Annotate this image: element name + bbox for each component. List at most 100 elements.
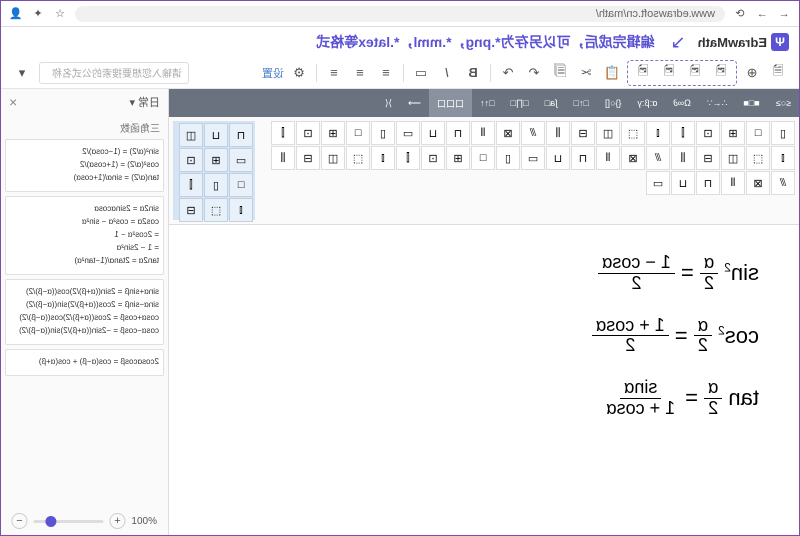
back-icon[interactable]: ← — [777, 7, 791, 21]
symbol-tab[interactable]: ■□■ — [735, 89, 767, 117]
search-input[interactable]: 请输入您想要搜索的公式名称 — [39, 62, 189, 84]
copy-button[interactable]: 🗐 — [549, 62, 571, 84]
symbol-cell[interactable]: ⫾ — [229, 198, 253, 222]
symbol-cell[interactable]: ⫾ — [371, 146, 395, 170]
color-button[interactable]: ▭ — [410, 62, 432, 84]
symbol-cell[interactable]: ⊓ — [696, 171, 720, 195]
symbol-cell[interactable]: ⊡ — [179, 148, 203, 172]
new-file-button[interactable]: 🗎 — [767, 62, 789, 84]
formula-card[interactable]: sin2α = 2sinαcosαcos2α = cos²α − sin²α= … — [5, 196, 164, 275]
symbol-tab[interactable]: {}○[] — [597, 89, 629, 117]
close-icon[interactable]: × — [9, 94, 17, 110]
align-left-button[interactable]: ≡ — [375, 62, 397, 84]
symbol-cell[interactable]: ▭ — [229, 148, 253, 172]
symbol-cell[interactable]: □ — [471, 146, 495, 170]
symbol-cell[interactable]: ⊟ — [179, 198, 203, 222]
zoom-slider[interactable] — [33, 520, 103, 523]
symbol-cell[interactable]: ◫ — [721, 146, 745, 170]
formula-card[interactable]: sinα+sinβ = 2sin((α+β)/2)cos((α−β)/2)sin… — [5, 279, 164, 345]
profile-icon[interactable]: 👤 — [9, 7, 23, 21]
symbol-cell[interactable]: ⊠ — [746, 171, 770, 195]
symbol-tab[interactable]: ≤○≥ — [768, 89, 799, 117]
symbol-cell[interactable]: ⊡ — [296, 121, 320, 145]
bold-button[interactable]: B — [462, 62, 484, 84]
symbol-cell[interactable]: ⊟ — [296, 146, 320, 170]
symbol-cell[interactable]: ⬚ — [204, 198, 228, 222]
symbol-tab[interactable]: □∏□ — [502, 89, 536, 117]
symbol-tab[interactable]: 口口口 — [429, 89, 472, 117]
symbol-cell[interactable]: ⬚ — [621, 121, 645, 145]
symbol-cell[interactable]: ⊞ — [721, 121, 745, 145]
symbol-cell[interactable]: ⦀ — [596, 146, 620, 170]
symbol-cell[interactable]: ⊔ — [421, 121, 445, 145]
symbol-cell[interactable]: ⫿ — [271, 121, 295, 145]
symbol-cell[interactable]: ⫻ — [521, 121, 545, 145]
symbol-cell[interactable]: ⫼ — [271, 146, 295, 170]
symbol-cell[interactable]: ⊞ — [446, 146, 470, 170]
symbol-cell[interactable]: ⊟ — [571, 121, 595, 145]
symbol-cell[interactable]: ⫿ — [671, 121, 695, 145]
symbol-cell[interactable]: ⊞ — [321, 121, 345, 145]
symbol-cell[interactable]: ⦀ — [471, 121, 495, 145]
symbol-tab[interactable]: α:β:γ — [629, 89, 665, 117]
symbol-cell[interactable]: ⊟ — [696, 146, 720, 170]
symbol-cell[interactable]: ⫻ — [771, 171, 795, 195]
align-right-button[interactable]: ≡ — [323, 62, 345, 84]
symbol-cell[interactable]: ⊓ — [446, 121, 470, 145]
italic-button[interactable]: I — [436, 62, 458, 84]
symbol-cell[interactable]: ⫼ — [671, 146, 695, 170]
symbol-cell[interactable]: ▯ — [496, 146, 520, 170]
zoom-out-button[interactable]: − — [11, 513, 27, 529]
symbol-cell[interactable]: ⊔ — [671, 171, 695, 195]
formula-card[interactable]: 2cosαcosβ = cos(α−β) + cos(α+β) — [5, 349, 164, 376]
symbol-cell[interactable]: ⊓ — [229, 123, 253, 147]
symbol-tab[interactable]: ∴←∵ — [699, 89, 735, 117]
symbol-cell[interactable]: ⫼ — [546, 121, 570, 145]
symbol-cell[interactable]: □ — [346, 121, 370, 145]
symbol-cell[interactable]: ⊠ — [621, 146, 645, 170]
symbol-cell[interactable]: ▭ — [521, 146, 545, 170]
symbol-cell[interactable]: ⫿ — [179, 173, 203, 197]
export-mml-button[interactable]: 🖻 — [684, 62, 706, 84]
settings-label[interactable]: 设置 — [262, 65, 284, 81]
url-bar[interactable]: www.edrawsoft.cn/math/ — [75, 6, 725, 22]
symbol-cell[interactable]: ⬚ — [346, 146, 370, 170]
symbol-cell[interactable]: ◫ — [596, 121, 620, 145]
symbol-cell[interactable]: ⊠ — [496, 121, 520, 145]
export-png-button[interactable]: 🖻 — [710, 62, 732, 84]
symbol-cell[interactable]: ⫻ — [646, 146, 670, 170]
symbol-cell[interactable]: ▯ — [204, 173, 228, 197]
search-dropdown-icon[interactable]: ▾ — [11, 62, 33, 84]
symbol-cell[interactable]: ⊔ — [204, 123, 228, 147]
symbol-cell[interactable]: ◫ — [321, 146, 345, 170]
symbol-tab[interactable]: ∫a□ — [537, 89, 566, 117]
symbol-cell[interactable]: ▭ — [646, 171, 670, 195]
symbol-tab[interactable]: □↑↑ — [472, 89, 502, 117]
symbol-cell[interactable]: ⬚ — [746, 146, 770, 170]
symbol-cell[interactable]: ⫿ — [396, 146, 420, 170]
star-icon[interactable]: ☆ — [53, 7, 67, 21]
export-latex-button[interactable]: 🖻 — [658, 62, 680, 84]
symbol-cell[interactable]: ⊔ — [546, 146, 570, 170]
symbol-cell[interactable]: ⊡ — [696, 121, 720, 145]
symbol-tab[interactable]: □↑□ — [566, 89, 597, 117]
zoom-in-button[interactable]: + — [109, 513, 125, 529]
align-center-button[interactable]: ≡ — [349, 62, 371, 84]
category-dropdown[interactable]: 日常 ▾ — [129, 94, 160, 110]
symbol-cell[interactable]: □ — [229, 173, 253, 197]
symbol-cell[interactable]: □ — [746, 121, 770, 145]
formula-card[interactable]: sin²(α/2) = (1−cosα)/2cos²(α/2) = (1+cos… — [5, 139, 164, 192]
symbol-tab[interactable]: ⟩⟨ — [377, 89, 400, 117]
redo-button[interactable]: ↷ — [497, 62, 519, 84]
symbol-cell[interactable]: ◫ — [179, 123, 203, 147]
extension-icon[interactable]: ✦ — [31, 7, 45, 21]
export-other-button[interactable]: 🖻 — [632, 62, 654, 84]
symbol-cell[interactable]: ▯ — [371, 121, 395, 145]
undo-button[interactable]: ↶ — [523, 62, 545, 84]
symbol-cell[interactable]: ▯ — [771, 121, 795, 145]
symbol-cell[interactable]: ⊡ — [421, 146, 445, 170]
symbol-cell[interactable]: ⫾ — [771, 146, 795, 170]
symbol-tab[interactable]: Ω∞∂ — [665, 89, 699, 117]
reload-icon[interactable]: ⟳ — [733, 7, 747, 21]
slider-thumb[interactable] — [45, 516, 56, 527]
